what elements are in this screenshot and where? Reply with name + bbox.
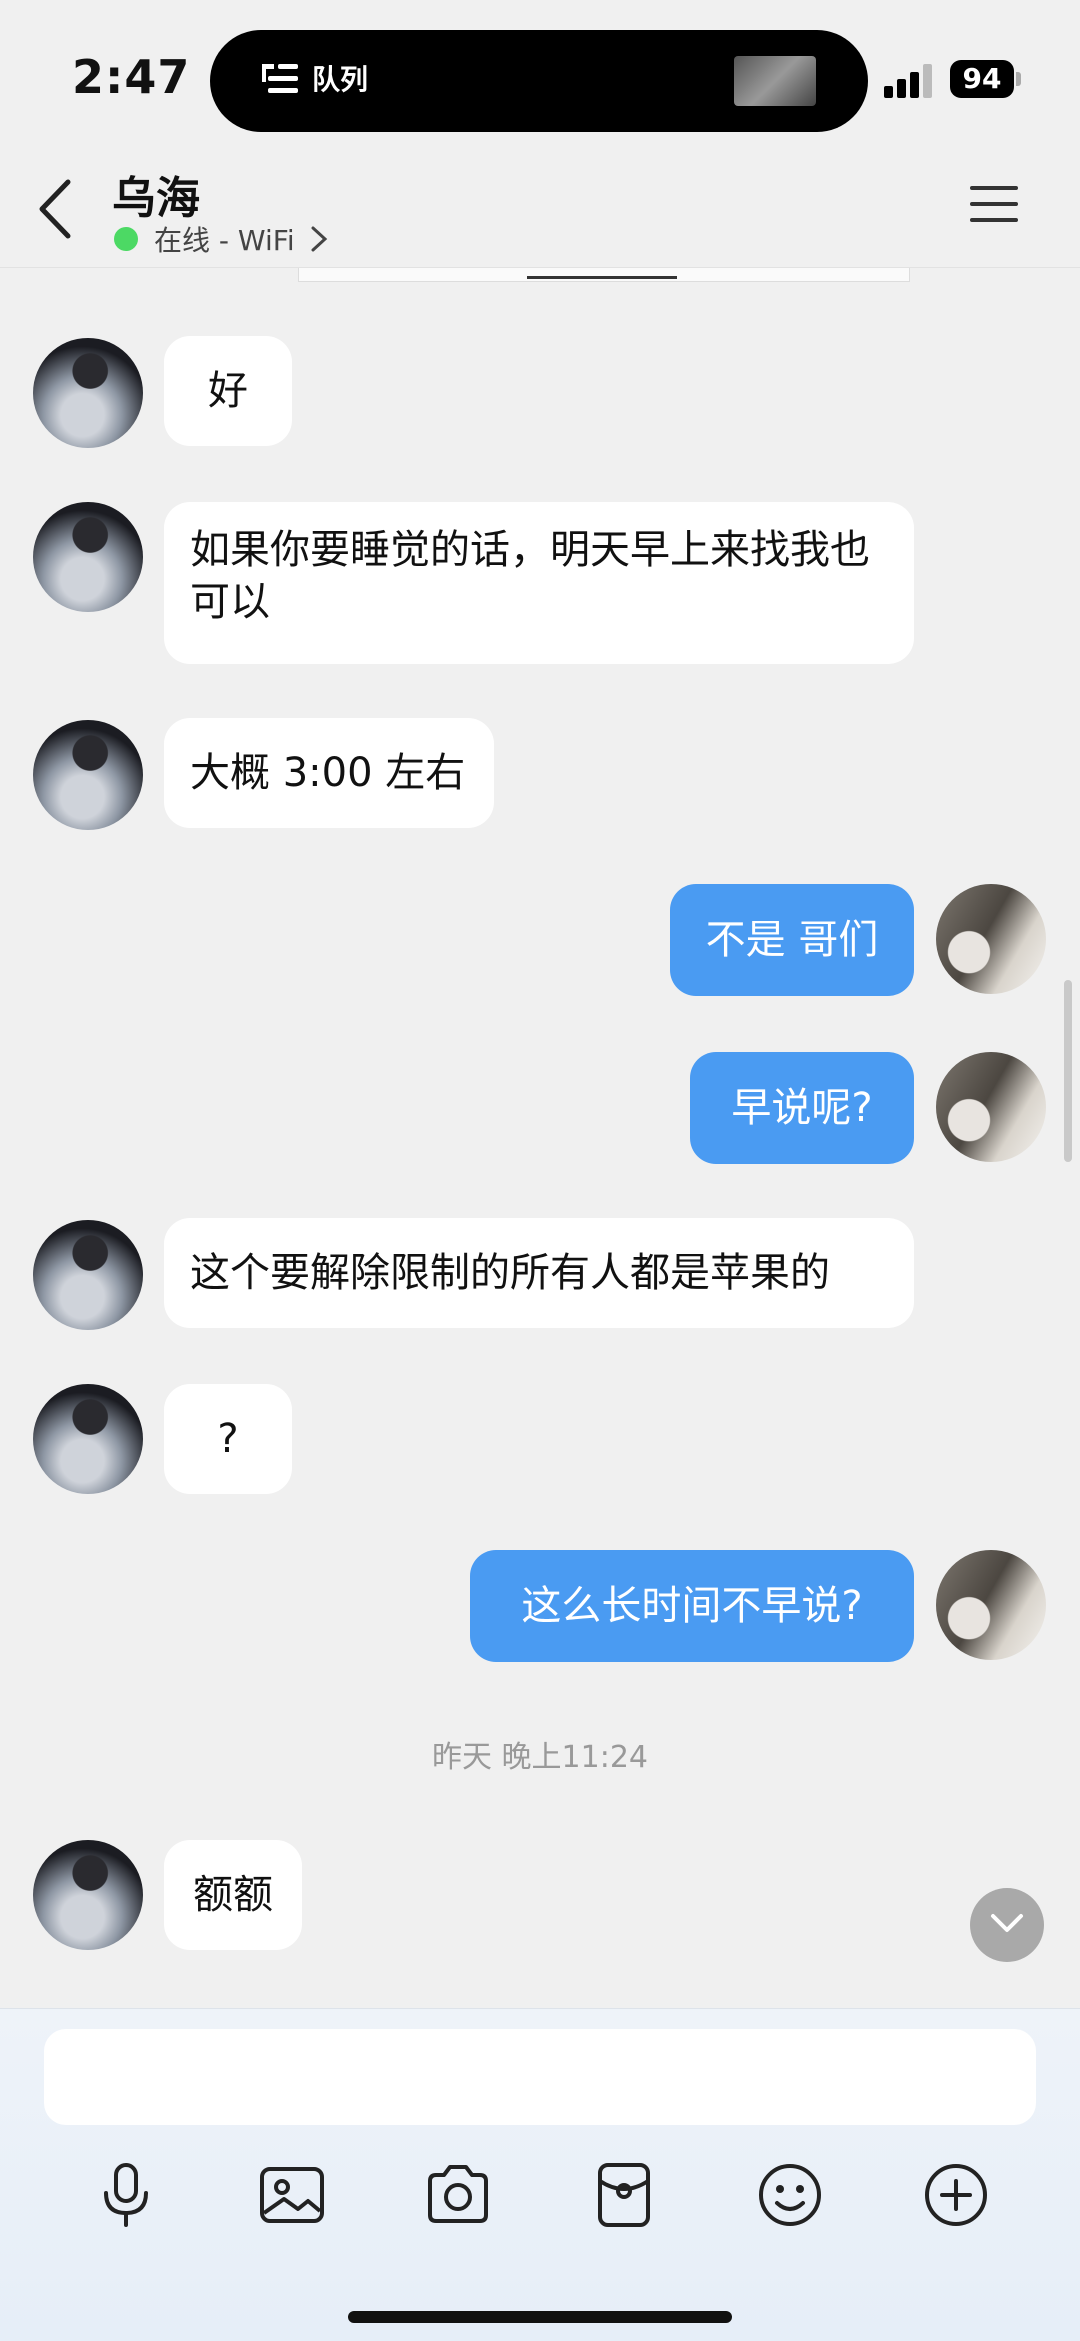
contact-name[interactable]: 乌海 xyxy=(112,162,200,226)
contact-avatar[interactable] xyxy=(33,720,143,830)
chat-header: 乌海 在线 - WiFi xyxy=(0,150,1080,268)
my-avatar[interactable] xyxy=(936,884,1046,994)
voice-button[interactable] xyxy=(86,2155,166,2235)
battery-indicator: 94 xyxy=(950,60,1014,98)
message-text: 这么长时间不早说? xyxy=(521,1583,863,1629)
message-text: ? xyxy=(217,1416,239,1462)
outgoing-message[interactable]: 不是 哥们 xyxy=(670,884,914,996)
back-icon[interactable] xyxy=(30,176,84,242)
scrollbar[interactable] xyxy=(1064,980,1072,1162)
incoming-message[interactable]: 这个要解除限制的所有人都是苹果的 xyxy=(164,1218,914,1328)
outgoing-message[interactable]: 早说呢? xyxy=(690,1052,914,1164)
battery-tip xyxy=(1016,72,1021,86)
emoji-button[interactable] xyxy=(750,2155,830,2235)
outgoing-message[interactable]: 这么长时间不早说? xyxy=(470,1550,914,1662)
message-timestamp: 昨天 晚上11:24 xyxy=(432,1740,648,1775)
message-text: 额额 xyxy=(193,1872,273,1918)
red-packet-button[interactable] xyxy=(584,2155,664,2235)
contact-avatar[interactable] xyxy=(33,1384,143,1494)
incoming-message[interactable]: 额额 xyxy=(164,1840,302,1950)
status-time: 2:47 xyxy=(72,50,191,104)
chevron-down-icon xyxy=(991,1914,1023,1932)
message-input[interactable] xyxy=(44,2029,1036,2125)
my-avatar[interactable] xyxy=(936,1550,1046,1660)
signal-icon xyxy=(884,64,932,98)
red-packet-icon xyxy=(598,2163,650,2227)
camera-button[interactable] xyxy=(418,2155,498,2235)
plus-icon xyxy=(925,2164,987,2226)
composer xyxy=(0,2008,1080,2341)
photo-button[interactable] xyxy=(252,2155,332,2235)
message-text: 好 xyxy=(208,368,248,414)
microphone-icon xyxy=(104,2163,148,2227)
presence-text: 在线 - WiFi xyxy=(154,224,295,257)
more-button[interactable] xyxy=(916,2155,996,2235)
queue-label: 队列 xyxy=(312,63,369,96)
camera-icon xyxy=(428,2165,488,2223)
contact-avatar[interactable] xyxy=(33,1220,143,1330)
emoji-icon xyxy=(759,2164,821,2226)
media-thumbnail xyxy=(734,56,816,106)
contact-avatar[interactable] xyxy=(33,338,143,448)
my-avatar[interactable] xyxy=(936,1052,1046,1162)
online-dot xyxy=(114,227,138,251)
menu-icon[interactable] xyxy=(968,182,1020,226)
incoming-message[interactable]: 如果你要睡觉的话，明天早上来找我也可以 xyxy=(164,502,914,664)
partial-image-message[interactable] xyxy=(298,268,910,282)
contact-avatar[interactable] xyxy=(33,502,143,612)
incoming-message[interactable]: ? xyxy=(164,1384,292,1494)
home-indicator[interactable] xyxy=(348,2311,732,2323)
message-text: 不是 哥们 xyxy=(705,917,879,963)
message-text: 早说呢? xyxy=(731,1085,873,1131)
composer-toolbar xyxy=(0,2155,1080,2245)
incoming-message[interactable]: 大概 3:00 左右 xyxy=(164,718,494,828)
chevron-right-icon xyxy=(311,226,327,252)
contact-avatar[interactable] xyxy=(33,1840,143,1950)
message-text: 这个要解除限制的所有人都是苹果的 xyxy=(190,1250,830,1296)
message-text: 大概 3:00 左右 xyxy=(190,750,466,796)
dynamic-island[interactable]: 队列 xyxy=(210,30,868,132)
message-text: 如果你要睡觉的话，明天早上来找我也可以 xyxy=(190,527,870,625)
image-icon xyxy=(260,2167,324,2223)
queue-icon xyxy=(262,64,298,93)
presence-status[interactable]: 在线 - WiFi xyxy=(114,222,329,257)
incoming-message[interactable]: 好 xyxy=(164,336,292,446)
scroll-to-bottom-button[interactable] xyxy=(970,1888,1044,1962)
